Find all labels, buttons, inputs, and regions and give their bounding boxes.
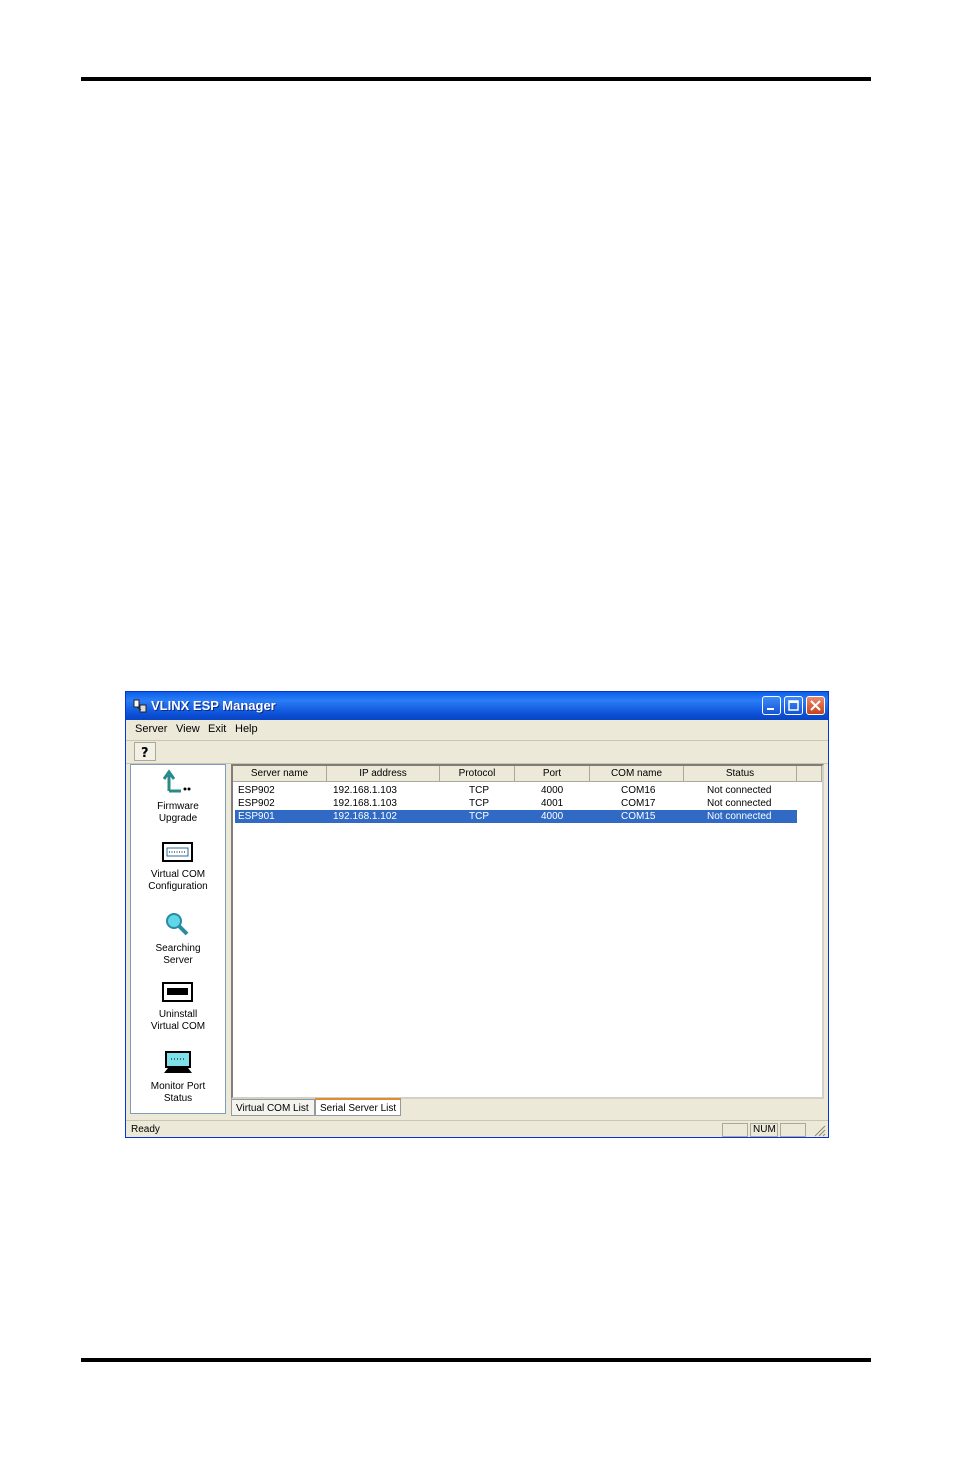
- sidebar-label: Monitor Port: [150, 1081, 206, 1092]
- table-cell: 4000: [541, 785, 564, 796]
- status-pane-empty: [722, 1123, 748, 1137]
- tab-virtual-com-list[interactable]: Virtual COM List: [231, 1099, 315, 1116]
- sidebar-label: Status: [163, 1093, 193, 1104]
- menu-exit[interactable]: Exit: [208, 723, 226, 735]
- app-window: VLINX ESP Manager Server View Exit Help …: [125, 691, 829, 1138]
- table-cell: Not connected: [707, 811, 772, 822]
- menu-server[interactable]: Server: [135, 723, 167, 735]
- sidebar-item-firmware-upgrade[interactable]: Firmware Upgrade: [131, 769, 225, 825]
- table-cell: TCP: [469, 798, 489, 809]
- tab-serial-server-list[interactable]: Serial Server List: [315, 1098, 401, 1116]
- bottom-rule: [81, 1358, 871, 1362]
- table-row[interactable]: ESP902 192.168.1.103 TCP 4001 COM17 Not conne…: [233, 797, 822, 810]
- status-bar: Ready NUM: [126, 1120, 828, 1137]
- virtual-com-config-icon: [162, 842, 193, 862]
- column-header-com-name[interactable]: COM name: [590, 766, 684, 782]
- help-button[interactable]: ?: [134, 742, 156, 761]
- table-row[interactable]: ESP901 192.168.1.102 TCP 4000 COM15 Not conne…: [233, 810, 822, 823]
- table-cell: 4000: [541, 811, 564, 822]
- table-cell: ESP902: [238, 785, 275, 796]
- app-icon: [133, 699, 147, 713]
- window-title: VLINX ESP Manager: [151, 698, 276, 713]
- status-num: NUM: [750, 1123, 778, 1137]
- menu-help[interactable]: Help: [235, 723, 258, 735]
- menu-bar: Server View Exit Help: [126, 720, 828, 741]
- table-row[interactable]: ESP902 192.168.1.103 TCP 4000 COM16 Not conne…: [233, 784, 822, 797]
- column-header-server-name[interactable]: Server name: [233, 766, 327, 782]
- table-cell: 192.168.1.102: [333, 811, 397, 822]
- table-cell: ESP902: [238, 798, 275, 809]
- uninstall-icon: [162, 982, 193, 1002]
- column-header-port[interactable]: Port: [515, 766, 590, 782]
- table-cell: TCP: [469, 785, 489, 796]
- table-cell: Not connected: [707, 798, 772, 809]
- table-cell: ESP901: [238, 811, 275, 822]
- sidebar-label: Uninstall: [158, 1009, 198, 1020]
- column-header-status[interactable]: Status: [684, 766, 797, 782]
- sidebar-label: Server: [163, 955, 193, 966]
- table-cell: COM17: [621, 798, 656, 809]
- minimize-button[interactable]: [762, 696, 781, 715]
- sidebar-label: Upgrade: [158, 813, 198, 824]
- column-header-ip-address[interactable]: IP address: [327, 766, 440, 782]
- maximize-button[interactable]: [784, 696, 803, 715]
- column-header-protocol[interactable]: Protocol: [440, 766, 515, 782]
- sidebar-item-monitor-port-status[interactable]: Monitor Port Status: [131, 1051, 225, 1105]
- table-cell: 192.168.1.103: [333, 785, 397, 796]
- status-pane-empty: [780, 1123, 806, 1137]
- sidebar-label: Firmware: [157, 801, 199, 812]
- firmware-upgrade-icon: [162, 769, 191, 793]
- sidebar-item-searching-server[interactable]: Searching Server: [131, 911, 225, 967]
- sidebar-label: Configuration: [148, 881, 208, 892]
- table-cell: Not connected: [707, 785, 772, 796]
- top-rule: [81, 77, 871, 81]
- sidebar-label: Virtual COM: [150, 1021, 206, 1032]
- title-bar[interactable]: VLINX ESP Manager: [126, 692, 828, 720]
- toolbar: ?: [126, 741, 828, 764]
- table-cell: 4001: [541, 798, 564, 809]
- svg-text:?: ?: [141, 746, 149, 760]
- sidebar-label: Searching: [155, 943, 201, 954]
- sidebar-label: Virtual COM: [150, 869, 206, 880]
- resize-grip-icon[interactable]: [814, 1125, 826, 1137]
- monitor-icon: [164, 1051, 192, 1073]
- maximize-icon: [788, 700, 799, 711]
- sidebar: Firmware Upgrade Virtual COM Configurati…: [130, 764, 226, 1114]
- table-cell: 192.168.1.103: [333, 798, 397, 809]
- status-text: Ready: [131, 1124, 160, 1135]
- table-cell: COM15: [621, 811, 656, 822]
- menu-view[interactable]: View: [176, 723, 200, 735]
- sidebar-item-virtual-com-configuration[interactable]: Virtual COM Configuration: [131, 841, 225, 893]
- close-button[interactable]: [806, 696, 825, 715]
- minimize-icon: [767, 708, 774, 710]
- search-icon: [166, 913, 189, 936]
- table-cell: TCP: [469, 811, 489, 822]
- sidebar-item-uninstall-virtual-com[interactable]: Uninstall Virtual COM: [131, 981, 225, 1033]
- close-icon: [810, 700, 821, 711]
- column-header-filler: [797, 766, 822, 782]
- help-icon: ?: [141, 746, 149, 761]
- server-list[interactable]: Server name IP address Protocol Port COM…: [231, 764, 824, 1099]
- table-cell: COM16: [621, 785, 656, 796]
